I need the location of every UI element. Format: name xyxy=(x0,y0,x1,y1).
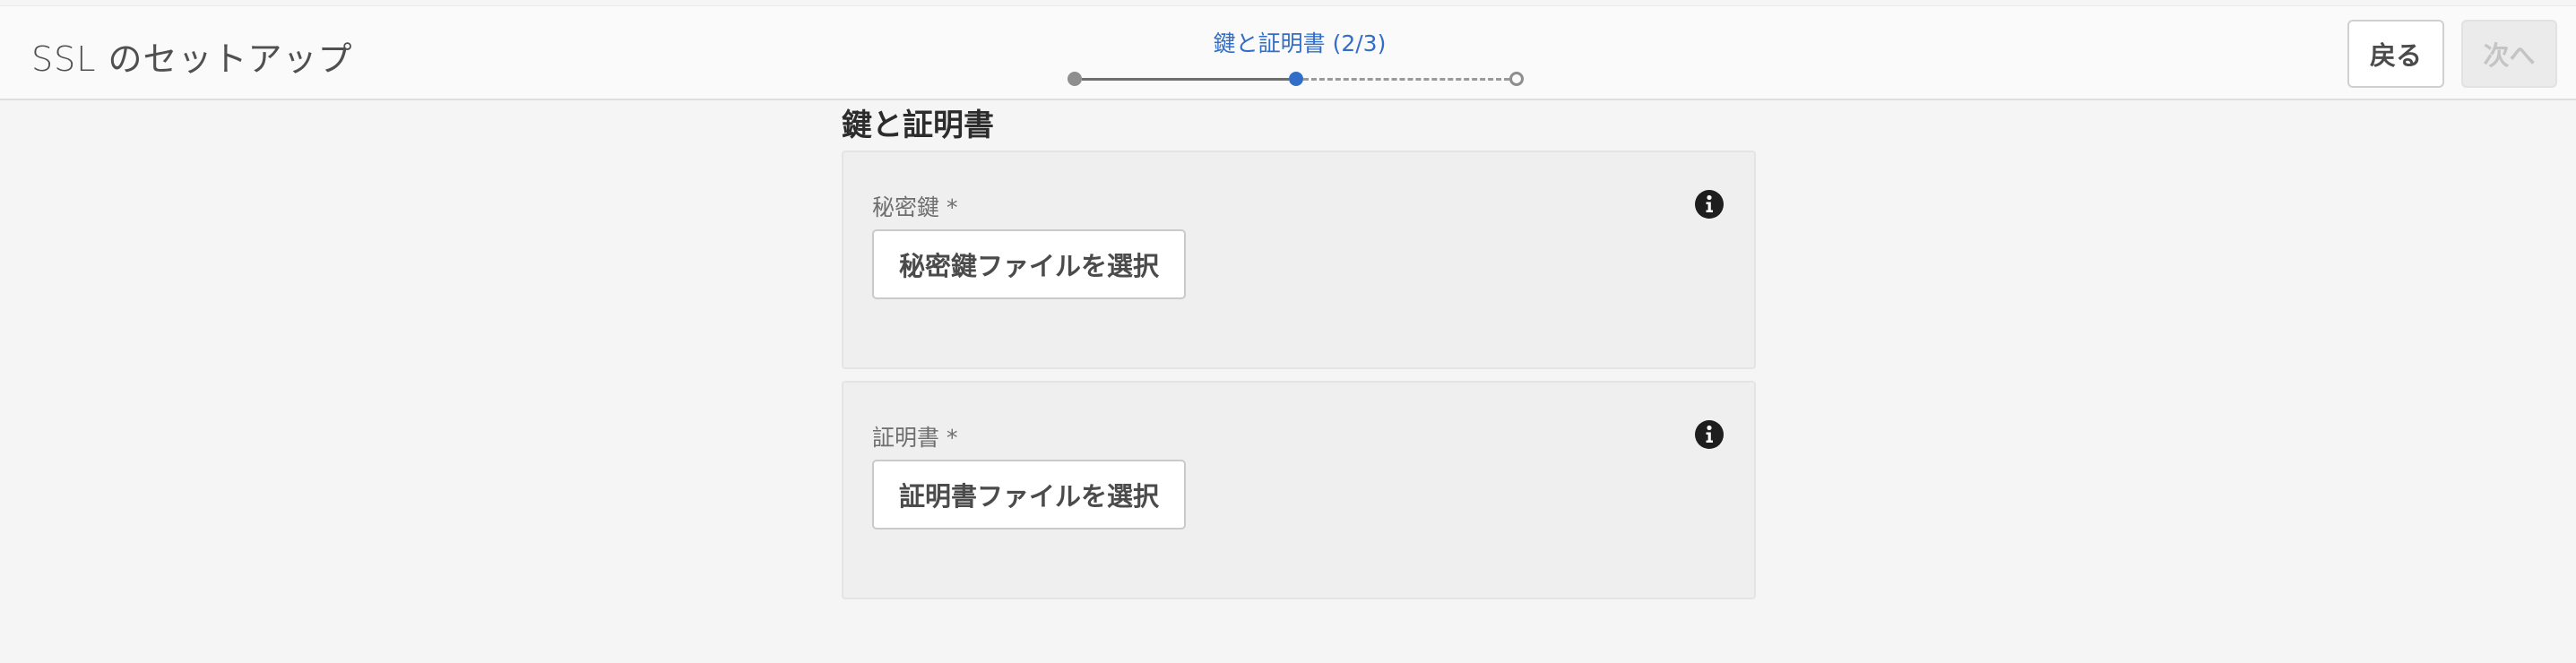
page-title: SSL のセットアップ xyxy=(31,39,353,79)
certificate-card: 証明書 * 証明書ファイルを選択 xyxy=(842,381,1756,599)
next-button[interactable]: 次へ xyxy=(2461,20,2557,88)
select-private-key-button[interactable]: 秘密鍵ファイルを選択 xyxy=(872,229,1186,299)
back-button[interactable]: 戻る xyxy=(2347,20,2444,88)
step-1-dot xyxy=(1068,72,1082,86)
info-icon[interactable] xyxy=(1694,419,1725,450)
step-2-dot xyxy=(1289,72,1303,86)
private-key-label: 秘密鍵 * xyxy=(872,194,958,220)
step-label: 鍵と証明書 (2/3) xyxy=(1213,30,1387,56)
stepper-line-completed xyxy=(1082,78,1289,81)
stepper-line-pending xyxy=(1303,78,1509,81)
header-bar: SSL のセットアップ 鍵と証明書 (2/3) 戻る 次へ xyxy=(0,5,2576,100)
section-heading: 鍵と証明書 xyxy=(842,108,994,143)
step-3-dot xyxy=(1509,72,1524,86)
info-icon[interactable] xyxy=(1694,189,1725,220)
certificate-label: 証明書 * xyxy=(872,425,958,451)
select-certificate-button[interactable]: 証明書ファイルを選択 xyxy=(872,460,1186,530)
private-key-card: 秘密鍵 * 秘密鍵ファイルを選択 xyxy=(842,151,1756,369)
progress-stepper xyxy=(1067,69,1533,90)
